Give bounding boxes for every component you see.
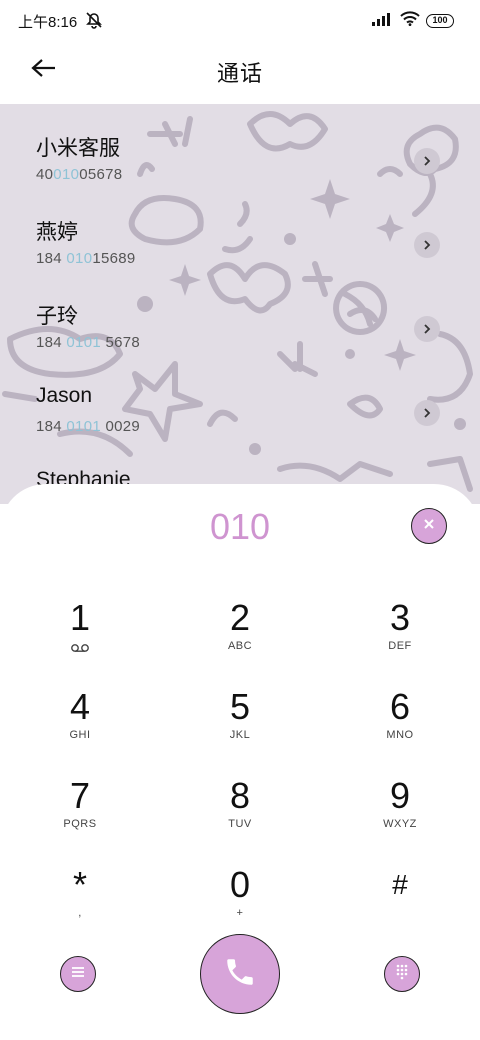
dialed-number[interactable]: 010 [0, 506, 480, 548]
key-digit: 6 [389, 686, 411, 727]
number-part: 184 [36, 250, 67, 267]
number-match: 0101 [66, 334, 101, 351]
keypad-toggle-button[interactable] [384, 956, 420, 992]
contact-name: Jason [36, 384, 93, 407]
key-hash[interactable]: # [340, 865, 460, 945]
call-button[interactable] [200, 934, 280, 1014]
voicemail-icon [20, 640, 140, 654]
chevron-right-icon[interactable] [414, 316, 440, 342]
contact-number: 184 01015689 [36, 250, 136, 267]
number-part: 15689 [92, 250, 136, 267]
contact-name: 小米客服 [36, 137, 120, 160]
key-1[interactable]: 1 [20, 598, 140, 678]
status-bar: 上午8:16 100 [0, 0, 480, 40]
key-5[interactable]: 5 JKL [180, 687, 300, 767]
key-letters: MNO [386, 729, 414, 741]
number-part: 05678 [79, 166, 123, 183]
key-3[interactable]: 3 DEF [340, 598, 460, 678]
key-letters: TUV [228, 818, 252, 830]
key-digit: 5 [229, 686, 251, 727]
key-digit: 9 [389, 775, 411, 816]
key-letters: , [78, 907, 82, 919]
menu-button[interactable] [60, 956, 96, 992]
key-2[interactable]: 2 ABC [180, 598, 300, 678]
key-9[interactable]: 9 WXYZ [340, 776, 460, 856]
battery-icon: 100 [426, 14, 454, 28]
chevron-right-icon[interactable] [414, 232, 440, 258]
contact-name: 燕婷 [36, 221, 78, 244]
key-6[interactable]: 6 MNO [340, 687, 460, 767]
number-part: 184 [36, 418, 67, 435]
key-letters: DEF [388, 640, 412, 652]
key-digit: 2 [229, 597, 251, 638]
number-part: 5678 [100, 334, 141, 351]
contact-number: 184 0101 0029 [36, 418, 140, 435]
contact-row[interactable]: Jason 184 0101 0029 [0, 374, 480, 458]
contact-number: 4001005678 [36, 166, 122, 183]
key-letters: JKL [229, 729, 251, 741]
key-letters: GHI [69, 729, 91, 741]
close-icon [423, 517, 435, 535]
number-match: 0101 [66, 418, 101, 435]
clear-button[interactable] [411, 508, 447, 544]
key-digit: 1 [69, 597, 91, 638]
number-match: 010 [66, 250, 93, 267]
menu-icon [71, 965, 85, 983]
contact-row[interactable]: 小米客服 4001005678 [0, 122, 480, 206]
number-match: 010 [53, 166, 80, 183]
key-letters: + [236, 907, 244, 919]
dialpad-panel: 010 1 2 ABC 3 DEF 4 GHI 5 JKL 6 MNO 7 PQ… [0, 484, 480, 1040]
bell-off-icon [84, 11, 104, 34]
number-part: 40 [36, 166, 54, 183]
contact-number: 184 0101 5678 [36, 334, 140, 351]
key-digit: # [392, 869, 408, 900]
chevron-right-icon[interactable] [414, 400, 440, 426]
number-part: 0029 [100, 418, 141, 435]
key-0[interactable]: 0 + [180, 865, 300, 945]
contact-results: 小米客服 4001005678 燕婷 184 01015689 子玲 184 0… [0, 104, 480, 504]
key-letters: WXYZ [383, 818, 417, 830]
key-digit: * [72, 864, 87, 905]
signal-icon [372, 12, 394, 31]
contact-row[interactable]: 燕婷 184 01015689 [0, 206, 480, 290]
page-title: 通话 [216, 61, 263, 86]
header: 通话 [0, 40, 480, 104]
key-digit: 0 [229, 864, 251, 905]
status-icons: 100 [372, 11, 454, 31]
chevron-right-icon[interactable] [414, 148, 440, 174]
key-digit: 4 [69, 686, 91, 727]
status-time: 上午8:16 [18, 14, 78, 31]
key-8[interactable]: 8 TUV [180, 776, 300, 856]
number-part: 184 [36, 334, 67, 351]
key-star[interactable]: * , [20, 865, 140, 945]
key-letters: PQRS [63, 818, 97, 830]
key-digit: 7 [69, 775, 91, 816]
key-digit: 3 [389, 597, 411, 638]
key-4[interactable]: 4 GHI [20, 687, 140, 767]
phone-icon [223, 955, 257, 994]
key-letters: ABC [227, 640, 253, 652]
key-digit: 8 [229, 775, 251, 816]
contact-row[interactable]: 子玲 184 0101 5678 [0, 290, 480, 374]
contact-name: 子玲 [36, 305, 78, 328]
dialpad-icon [395, 964, 409, 985]
key-7[interactable]: 7 PQRS [20, 776, 140, 856]
wifi-icon [400, 11, 420, 31]
